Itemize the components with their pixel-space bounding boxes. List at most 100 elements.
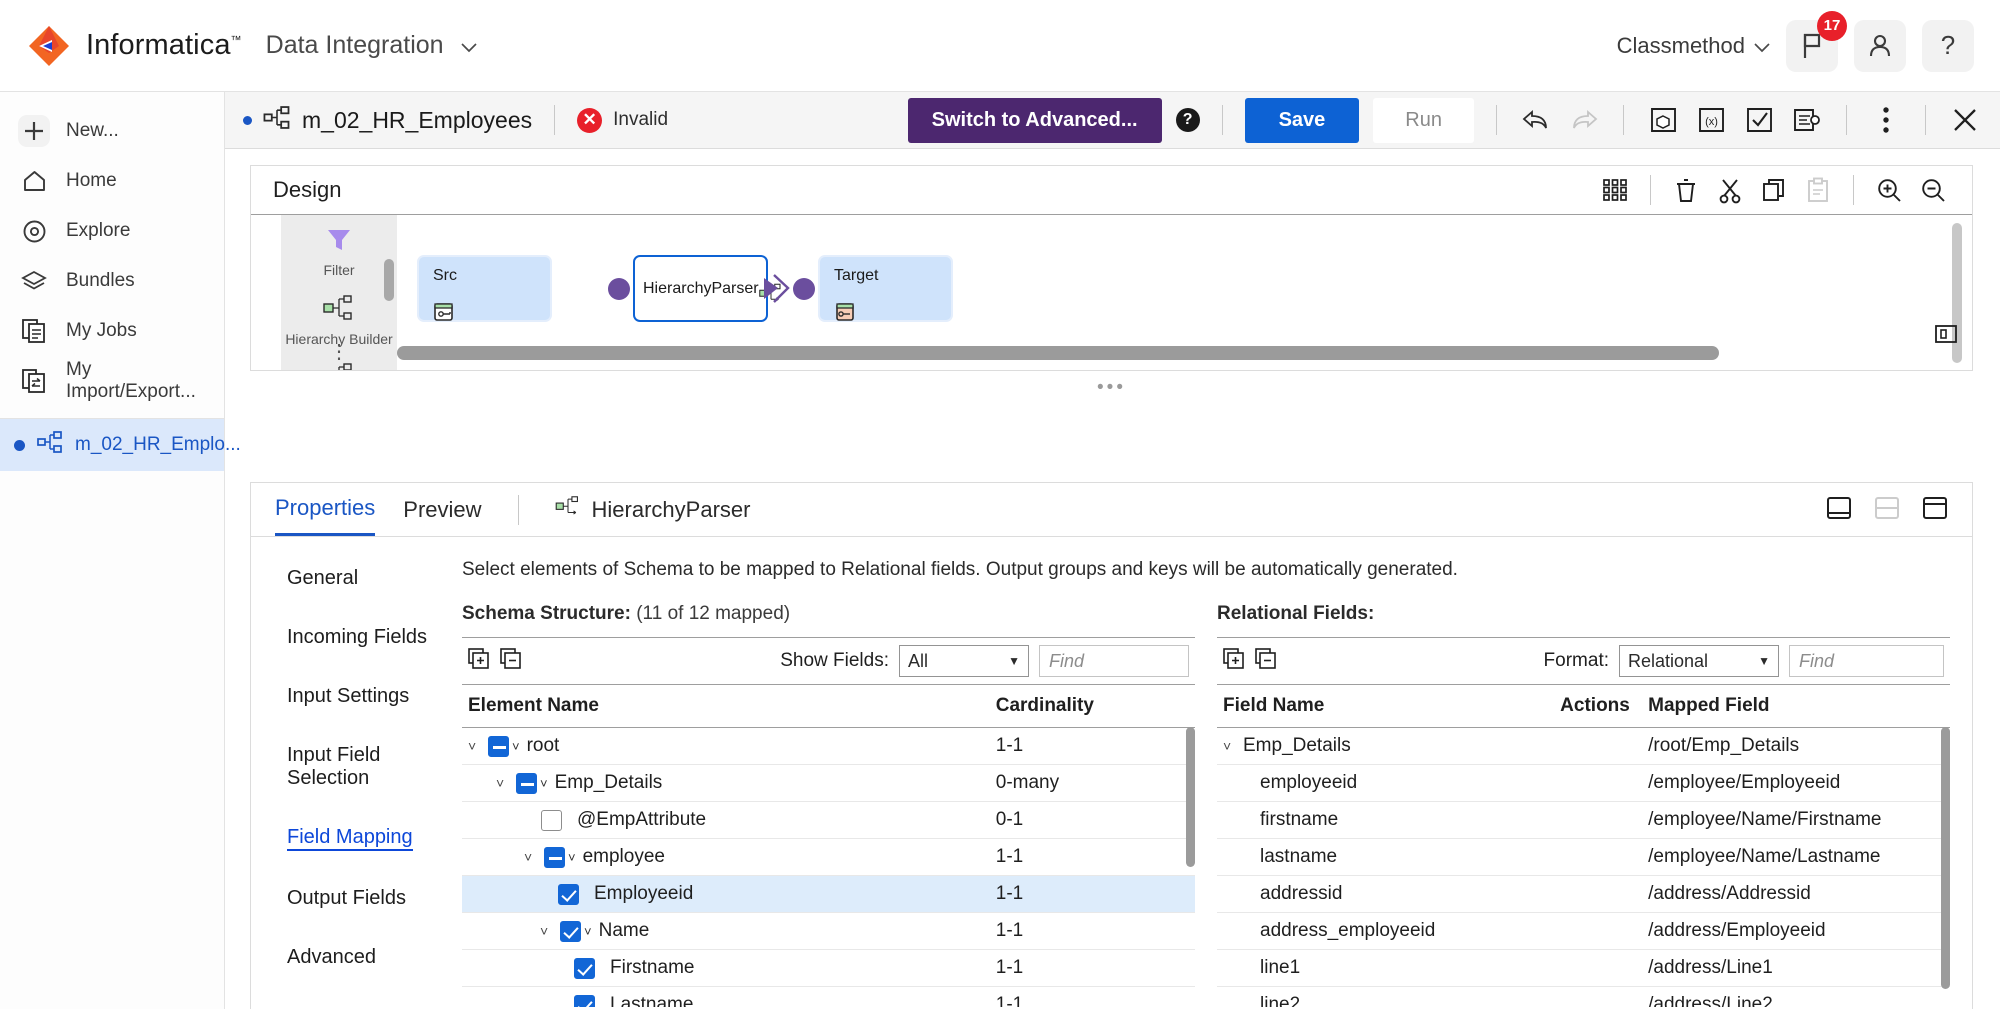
checkbox-icon[interactable]: [544, 846, 565, 868]
table-row[interactable]: line1 /address/Line1: [1217, 949, 1950, 987]
table-row[interactable]: lastname /employee/Name/Lastname: [1217, 838, 1950, 876]
checkbox-icon[interactable]: [488, 735, 509, 757]
palette-item-filter[interactable]: Filter: [281, 227, 397, 278]
relational-cell-actions[interactable]: [1554, 838, 1643, 876]
user-account-button[interactable]: [1854, 19, 1906, 72]
palette-more-icon[interactable]: ⋮: [281, 339, 397, 364]
panel-full-icon[interactable]: [1922, 495, 1948, 526]
delete-icon[interactable]: [1669, 173, 1703, 207]
grid-icon[interactable]: [1598, 173, 1632, 207]
relational-cell-actions[interactable]: [1554, 949, 1643, 987]
mapping-task-icon[interactable]: [1790, 103, 1824, 137]
table-row[interactable]: Lastname 1-1: [462, 986, 1195, 1007]
fit-to-window-icon[interactable]: [1934, 323, 1958, 350]
schema-checkbox-name[interactable]: ˅: [560, 920, 592, 942]
brand[interactable]: Informatica™ Data Integration: [26, 23, 477, 69]
schema-checkbox-emp-details[interactable]: ˅: [516, 772, 548, 794]
relational-vertical-scrollbar[interactable]: [1941, 727, 1950, 989]
copy-icon[interactable]: [1757, 173, 1791, 207]
chevron-down-icon[interactable]: ˅: [584, 924, 592, 939]
parameters-icon[interactable]: (x): [1694, 103, 1728, 137]
canvas-node-src[interactable]: Src: [417, 255, 552, 322]
zoom-in-icon[interactable]: [1872, 173, 1906, 207]
palette-scrollbar[interactable]: [384, 259, 394, 301]
expand-twisty-icon[interactable]: ˅: [540, 923, 553, 939]
panel-bottom-icon[interactable]: [1826, 495, 1852, 526]
node-port-hierarchyparser-input[interactable]: [608, 278, 630, 300]
run-button[interactable]: Run: [1373, 97, 1474, 143]
tab-selected-node[interactable]: HierarchyParser: [555, 496, 750, 524]
sidebar-item-explore[interactable]: Explore: [0, 206, 224, 256]
relational-cell-actions[interactable]: [1554, 764, 1643, 802]
format-select[interactable]: Relational ▼: [1619, 645, 1779, 677]
redo-icon[interactable]: [1567, 103, 1601, 137]
collapse-all-icon[interactable]: [500, 647, 522, 675]
more-actions-icon[interactable]: [1869, 103, 1903, 137]
schema-vertical-scrollbar[interactable]: [1186, 727, 1195, 867]
checkbox-icon[interactable]: [574, 994, 595, 1007]
canvas-node-hierarchyparser[interactable]: HierarchyParser: [633, 255, 781, 322]
sidebar-item-home[interactable]: Home: [0, 156, 224, 206]
relational-cell-actions[interactable]: [1554, 912, 1643, 950]
table-row[interactable]: firstname /employee/Name/Firstname: [1217, 801, 1950, 839]
table-row[interactable]: @EmpAttribute 0-1: [462, 801, 1195, 839]
chevron-down-icon[interactable]: ˅: [540, 776, 548, 791]
checkbox-icon[interactable]: [516, 772, 537, 794]
switch-to-advanced-button[interactable]: Switch to Advanced...: [907, 97, 1162, 143]
checkbox-icon[interactable]: [574, 957, 595, 979]
schema-checkbox-employee[interactable]: ˅: [544, 846, 576, 868]
table-row[interactable]: addressid /address/Addressid: [1217, 875, 1950, 913]
properties-nav-general[interactable]: General: [287, 567, 358, 590]
sidebar-open-asset[interactable]: m_02_HR_Emplo...: [0, 419, 241, 471]
relational-cell-actions[interactable]: [1554, 801, 1643, 839]
relational-cell-actions[interactable]: [1554, 875, 1643, 913]
palette-item-hierarchy-parser[interactable]: Hierarchy: [281, 363, 397, 370]
checkbox-icon[interactable]: [541, 809, 562, 831]
chevron-down-icon[interactable]: ˅: [512, 739, 520, 754]
expand-twisty-icon[interactable]: ˅: [1223, 738, 1236, 754]
table-row[interactable]: Employeeid 1-1: [462, 875, 1195, 913]
expand-twisty-icon[interactable]: ˅: [468, 738, 481, 754]
mapping-canvas[interactable]: Filter Hierarchy Builder ⋮ Src Hierarchy…: [251, 214, 1972, 370]
sidebar-item-my-jobs[interactable]: My Jobs: [0, 306, 224, 356]
service-switcher[interactable]: Data Integration: [266, 31, 477, 60]
checkbox-icon[interactable]: [560, 920, 581, 942]
close-icon[interactable]: [1948, 103, 1982, 137]
undo-icon[interactable]: [1519, 103, 1553, 137]
validate-icon[interactable]: [1742, 103, 1776, 137]
org-switcher[interactable]: Classmethod: [1617, 33, 1770, 59]
table-row[interactable]: ˅ ˅ root 1-1: [462, 727, 1195, 765]
expand-all-icon[interactable]: [468, 647, 490, 675]
panel-split-icon[interactable]: [1874, 495, 1900, 526]
sidebar-item-my-import-export[interactable]: My Import/Export...: [0, 356, 224, 406]
remove-field-icon[interactable]: [1255, 647, 1277, 675]
zoom-out-icon[interactable]: [1916, 173, 1950, 207]
relational-find-input[interactable]: Find: [1789, 645, 1944, 677]
properties-nav-output-fields[interactable]: Output Fields: [287, 887, 406, 910]
transformation-palette[interactable]: Filter Hierarchy Builder ⋮: [281, 215, 397, 370]
help-icon[interactable]: ?: [1175, 108, 1200, 132]
table-row[interactable]: address_employeeid /address/Employeeid: [1217, 912, 1950, 950]
expand-twisty-icon[interactable]: ˅: [496, 775, 509, 791]
table-row[interactable]: ˅ ˅ employee 1-1: [462, 838, 1195, 876]
table-row[interactable]: Firstname 1-1: [462, 949, 1195, 987]
schema-checkbox-root[interactable]: ˅: [488, 735, 520, 757]
sidebar-item-new[interactable]: New...: [0, 106, 224, 156]
canvas-node-target[interactable]: Target: [818, 255, 953, 322]
table-row[interactable]: ˅ Emp_Details /root/Emp_Details: [1217, 727, 1950, 765]
relational-cell-actions[interactable]: [1554, 727, 1643, 765]
properties-nav-field-mapping[interactable]: Field Mapping: [287, 826, 413, 851]
notifications-button[interactable]: 17: [1786, 10, 1847, 72]
checkbox-icon[interactable]: [558, 883, 579, 905]
chevron-down-icon[interactable]: ˅: [568, 850, 576, 865]
expand-twisty-icon[interactable]: ˅: [524, 849, 537, 865]
new-mapping-icon[interactable]: [1646, 103, 1680, 137]
schema-find-input[interactable]: Find: [1039, 645, 1189, 677]
properties-nav-advanced[interactable]: Advanced: [287, 946, 376, 969]
scroll-thumb[interactable]: [397, 346, 1720, 360]
canvas-horizontal-scrollbar[interactable]: [397, 346, 1917, 360]
show-fields-select[interactable]: All ▼: [899, 645, 1029, 677]
table-row[interactable]: ˅ ˅ Name 1-1: [462, 912, 1195, 950]
table-row[interactable]: ˅ ˅ Emp_Details 0-many: [462, 764, 1195, 802]
tab-properties[interactable]: Properties: [275, 483, 376, 537]
